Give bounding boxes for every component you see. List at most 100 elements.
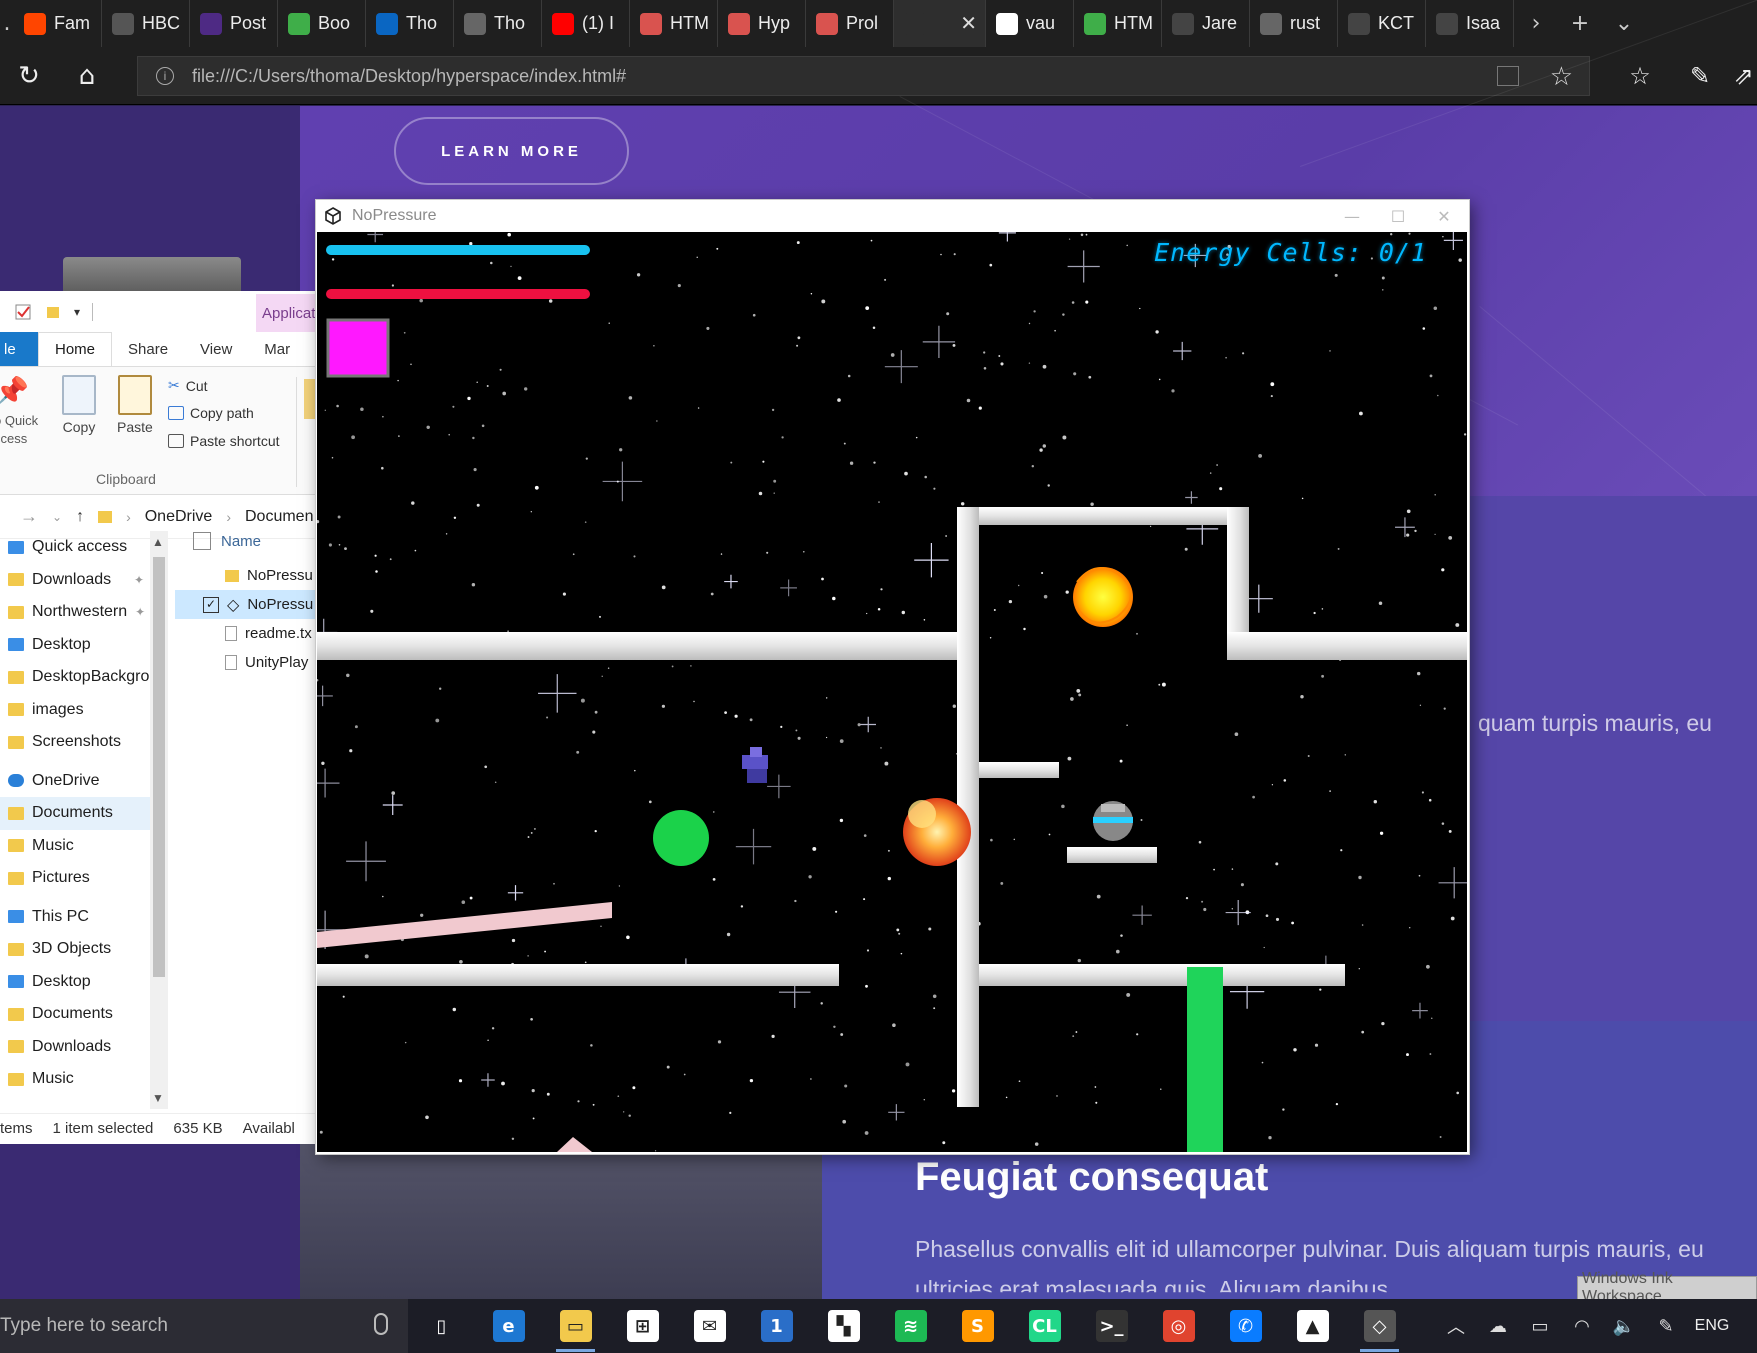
task-view-icon[interactable]: ▯ — [408, 1299, 475, 1353]
browser-tab[interactable]: (1) I — [542, 0, 630, 47]
browser-tab[interactable]: Prol — [806, 0, 894, 47]
minimize-button[interactable]: — — [1329, 200, 1375, 232]
close-button[interactable]: ✕ — [1421, 200, 1467, 232]
store-icon[interactable]: ⊞ — [609, 1299, 676, 1353]
browser-tab[interactable]: Fam — [14, 0, 102, 47]
share-icon[interactable]: ⇗ — [1730, 47, 1757, 105]
spotify-icon[interactable]: ≋ — [877, 1299, 944, 1353]
browser-tab[interactable]: Tho — [366, 0, 454, 47]
input-language[interactable]: ENG — [1687, 1299, 1737, 1353]
nav-item[interactable]: Music — [0, 830, 150, 863]
pen-workspace-icon[interactable]: ✎ — [1645, 1299, 1687, 1353]
browser-tab[interactable]: Boo — [278, 0, 366, 47]
nav-item[interactable]: 3D Objects — [0, 933, 150, 966]
tab-share[interactable]: Share — [112, 332, 184, 366]
maximize-button[interactable]: ☐ — [1375, 200, 1421, 232]
nav-item[interactable]: Screenshots — [0, 726, 150, 759]
web-note-icon[interactable]: ✎ — [1677, 47, 1723, 105]
tab-preview-chevron-icon[interactable]: ⌄ — [1602, 0, 1646, 47]
clock-peek[interactable] — [1737, 1299, 1757, 1353]
browser-tab[interactable]: Jare — [1162, 0, 1250, 47]
calendar-icon[interactable]: 1 — [743, 1299, 810, 1353]
browser-tab[interactable]: Isaa — [1426, 0, 1514, 47]
file-explorer-icon[interactable]: ▭ — [542, 1299, 609, 1353]
scrollbar-thumb[interactable] — [153, 557, 165, 977]
browser-tab[interactable]: Tho — [454, 0, 542, 47]
close-tab-icon[interactable]: ✕ — [960, 11, 977, 36]
browser-tab[interactable]: Post — [190, 0, 278, 47]
nav-item[interactable]: DesktopBackgro — [0, 661, 150, 694]
onedrive-tray-icon[interactable]: ☁ — [1477, 1299, 1519, 1353]
tab-scroll-right-icon[interactable]: › — [1514, 0, 1558, 47]
favorites-hub-icon[interactable]: ☆ — [1617, 47, 1663, 105]
favorite-star-icon[interactable]: ☆ — [1550, 61, 1573, 92]
pin-quick-access-button[interactable]: 📌 o Quick ccess — [0, 375, 38, 448]
browser-tab[interactable]: HBC — [102, 0, 190, 47]
copy-path-button[interactable]: Copy path — [168, 405, 254, 421]
mail-icon[interactable]: ✉ — [676, 1299, 743, 1353]
site-info-icon[interactable]: i — [156, 67, 174, 85]
paste-button[interactable]: Paste — [117, 375, 153, 435]
select-all-checkbox[interactable] — [193, 532, 211, 550]
nav-item[interactable]: Music — [0, 1063, 150, 1096]
wifi-icon[interactable]: ◠ — [1561, 1299, 1603, 1353]
clion-icon[interactable]: CL — [1011, 1299, 1078, 1353]
nav-item[interactable]: Documents — [0, 998, 150, 1031]
nav-item[interactable]: Pictures — [0, 862, 150, 895]
tab-view[interactable]: View — [184, 332, 248, 366]
volume-icon[interactable]: 🔈 — [1603, 1299, 1645, 1353]
browser-tab[interactable]: HTM — [1074, 0, 1162, 47]
unity-icon[interactable]: ◇ — [1346, 1299, 1413, 1353]
tab-scroll-left[interactable]: . — [0, 0, 14, 47]
browser-tab[interactable]: HTM — [630, 0, 718, 47]
edge-icon[interactable]: e — [475, 1299, 542, 1353]
nav-item[interactable]: Downloads ✦ — [0, 564, 150, 597]
messenger-icon[interactable]: ✆ — [1212, 1299, 1279, 1353]
navigation-scrollbar[interactable]: ▲ ▼ — [150, 531, 168, 1109]
chrome-icon[interactable]: ◎ — [1145, 1299, 1212, 1353]
nav-item[interactable]: OneDrive — [0, 765, 150, 798]
browser-tab[interactable]: KCT — [1338, 0, 1426, 47]
customize-toolbar-chevron-icon[interactable]: ▾ — [74, 305, 80, 319]
photos-icon[interactable]: ▲ — [1279, 1299, 1346, 1353]
new-folder-icon[interactable] — [44, 303, 62, 321]
battery-icon[interactable]: ▭ — [1519, 1299, 1561, 1353]
browser-tab[interactable]: vau — [986, 0, 1074, 47]
taskbar-search-box[interactable]: Type here to search — [0, 1299, 408, 1353]
nav-item[interactable]: Quick access — [0, 531, 150, 564]
properties-checkbox-icon[interactable] — [14, 303, 32, 321]
browser-tab[interactable]: Hyp — [718, 0, 806, 47]
application-tools-tab[interactable]: Applicati — [256, 294, 317, 332]
sticky-notes-icon[interactable]: ▚ — [810, 1299, 877, 1353]
row-checkbox[interactable]: ✓ — [203, 596, 219, 613]
game-viewport[interactable]: Energy Cells: 0/1 — [317, 232, 1467, 1152]
cut-button[interactable]: ✂ Cut — [168, 377, 208, 394]
name-column-header[interactable]: Name — [175, 521, 317, 561]
tab-manage[interactable]: Mar — [248, 332, 306, 366]
file-row[interactable]: ✓ ◇ NoPressu — [175, 590, 317, 619]
nav-item[interactable]: Documents — [0, 797, 150, 830]
refresh-icon[interactable]: ↻ — [0, 47, 58, 105]
nav-item[interactable]: Downloads — [0, 1031, 150, 1064]
recent-locations-chevron-icon[interactable]: ⌄ — [52, 510, 62, 524]
address-bar[interactable]: i file:///C:/Users/thoma/Desktop/hypersp… — [137, 56, 1590, 96]
file-row[interactable]: NoPressu — [175, 561, 317, 590]
file-row[interactable]: UnityPlay — [175, 648, 317, 677]
tab-home[interactable]: Home — [38, 332, 113, 366]
browser-tab[interactable]: ✕ — [894, 0, 986, 47]
browser-tab[interactable]: rust — [1250, 0, 1338, 47]
up-arrow-icon[interactable]: ↑ — [76, 508, 84, 526]
show-hidden-icons-chevron-icon[interactable]: ︿ — [1435, 1299, 1477, 1353]
reading-view-icon[interactable] — [1497, 66, 1519, 86]
scroll-down-icon[interactable]: ▼ — [152, 1091, 164, 1105]
nav-item[interactable]: Desktop — [0, 966, 150, 999]
copy-button[interactable]: Copy — [62, 375, 96, 435]
game-title-bar[interactable]: NoPressure — [316, 200, 1469, 232]
forward-arrow-icon[interactable]: → — [20, 506, 38, 527]
tab-file[interactable]: le — [0, 332, 38, 366]
file-row[interactable]: readme.tx — [175, 619, 317, 648]
nav-item[interactable]: Desktop — [0, 629, 150, 662]
learn-more-button[interactable]: LEARN MORE — [394, 117, 629, 185]
new-tab-icon[interactable]: + — [1558, 0, 1602, 47]
home-icon[interactable]: ⌂ — [58, 47, 116, 105]
